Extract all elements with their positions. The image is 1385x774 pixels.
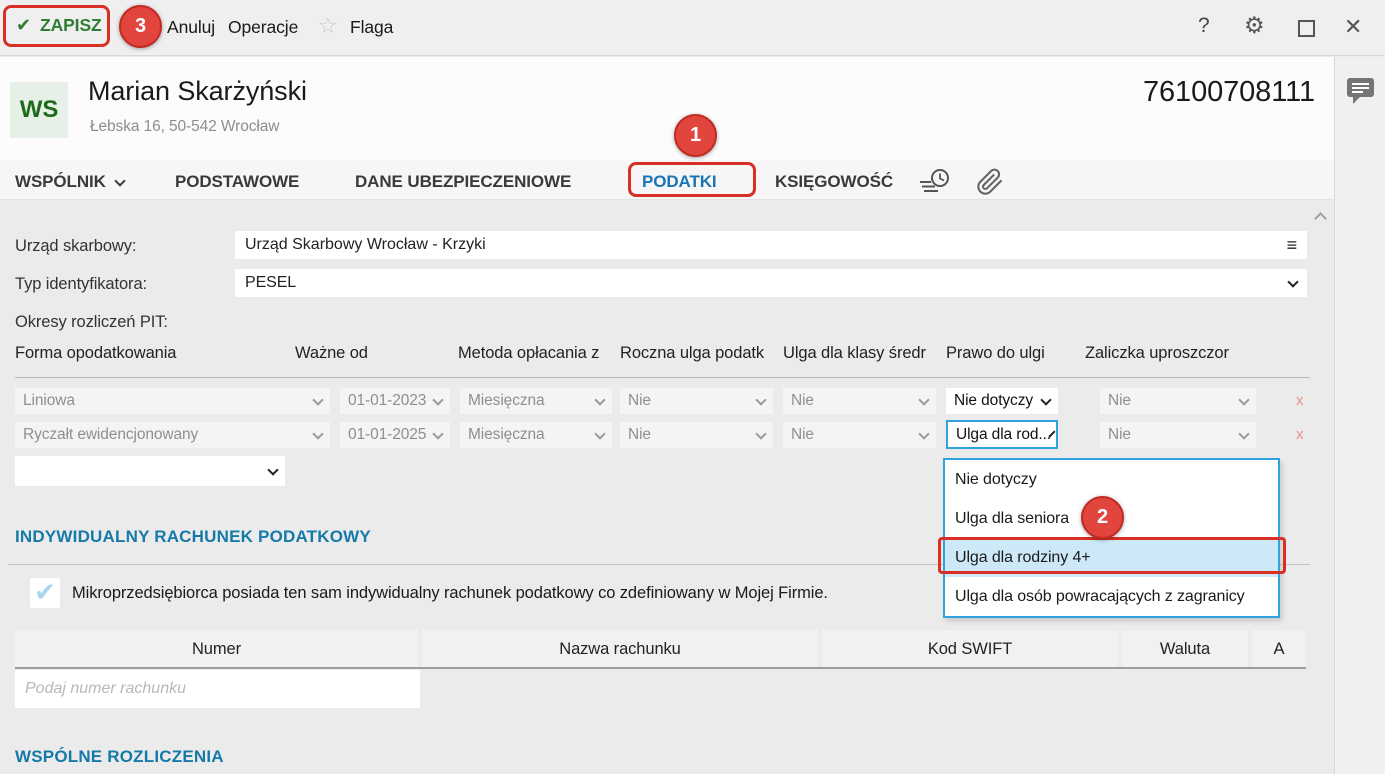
chevron-down-icon [755, 394, 767, 406]
check-icon: ✔ [16, 15, 31, 35]
star-icon: ☆ [318, 13, 338, 38]
forma-select-row1[interactable]: Liniowa [15, 388, 330, 414]
chevron-down-icon [312, 394, 324, 406]
chevron-down-icon [432, 428, 444, 440]
right-side-panel [1334, 57, 1385, 774]
pit-periods-label: Okresy rozliczeń PIT: [15, 313, 168, 331]
comment-icon[interactable] [1346, 77, 1375, 105]
tab-dane-ubezpieczeniowe[interactable]: DANE UBEZPIECZENIOWE [355, 172, 571, 192]
tax-office-label: Urząd skarbowy: [15, 237, 137, 255]
scroll-up-arrow[interactable] [1314, 212, 1327, 225]
chevron-down-icon [432, 394, 444, 406]
chevron-down-icon [755, 428, 767, 440]
ulga-klasy-select-row2[interactable]: Nie [783, 422, 936, 448]
identifier-number: 76100708111 [1142, 76, 1315, 108]
pit-col-zaliczka: Zaliczka uproszczor [1085, 344, 1229, 362]
metoda-select-row2[interactable]: Miesięczna [460, 422, 612, 448]
pit-col-prawo: Prawo do ulgi [946, 344, 1045, 362]
chevron-down-icon [1238, 394, 1250, 406]
chevron-down-icon [267, 464, 279, 476]
cancel-button[interactable]: Anuluj [167, 17, 215, 38]
prawo-do-ulgi-select-row1[interactable]: Nie dotyczy [946, 388, 1058, 414]
pit-col-roczna-ulga: Roczna ulga podatk [620, 344, 765, 362]
dropdown-option-ulga-powracajacych[interactable]: Ulga dla osób powracających z zagranicy [945, 577, 1278, 616]
annotation-circle-1: 1 [674, 114, 717, 157]
remove-row1-button[interactable]: x [1296, 392, 1314, 409]
bank-col-nazwa: Nazwa rachunku [422, 630, 818, 668]
bank-col-swift: Kod SWIFT [822, 630, 1118, 668]
pit-col-ulga-klasy: Ulga dla klasy średr [783, 344, 926, 362]
bank-col-waluta: Waluta [1122, 630, 1248, 668]
chevron-down-icon [594, 394, 606, 406]
close-icon[interactable]: ✕ [1344, 14, 1362, 40]
tab-podatki[interactable]: PODATKI [642, 172, 717, 192]
save-button-label: ZAPISZ [39, 15, 102, 35]
annotation-circle-2: 2 [1081, 496, 1124, 539]
id-type-select[interactable]: PESEL [235, 269, 1307, 297]
chevron-down-icon [1238, 428, 1250, 440]
bank-header-divider [15, 667, 1306, 669]
section-title-individual-account: INDYWIDUALNY RACHUNEK PODATKOWY [15, 527, 371, 546]
chevron-down-icon [312, 428, 324, 440]
id-type-value: PESEL [245, 274, 297, 291]
toolbar: ✔ ZAPISZ ✕ Anuluj Operacje ☆ Flaga ? ⚙ ✕ [0, 0, 1385, 56]
section-title-joint-settlements: WSPÓLNE ROZLICZENIA [15, 747, 224, 766]
prawo-do-ulgi-select-row2-focused[interactable]: Ulga dla rod... [946, 420, 1058, 449]
zaliczka-select-row2[interactable]: Nie [1100, 422, 1256, 448]
chevron-down-icon [918, 394, 930, 406]
new-forma-select[interactable] [15, 456, 285, 486]
attachment-icon[interactable] [976, 168, 1004, 196]
tax-office-fieldbox: ≡ [235, 231, 1307, 259]
history-icon[interactable] [918, 166, 952, 196]
dropdown-option-nie-dotyczy[interactable]: Nie dotyczy [945, 460, 1278, 499]
page-title: Marian Skarżyński [88, 76, 307, 106]
bank-col-a: A [1252, 630, 1306, 668]
record-header [0, 57, 1334, 160]
chevron-down-icon [918, 428, 930, 440]
chevron-down-icon [1287, 276, 1299, 288]
pit-col-wazne-od: Ważne od [295, 344, 368, 362]
flag-button[interactable]: Flaga [350, 17, 393, 38]
chevron-down-icon [594, 428, 606, 440]
micro-checkbox-label: Mikroprzedsiębiorca posiada ten sam indy… [72, 584, 828, 602]
pit-col-metoda: Metoda opłacania z [458, 344, 600, 362]
roczna-ulga-select-row1[interactable]: Nie [620, 388, 773, 414]
bank-col-numer: Numer [15, 630, 418, 668]
tax-office-input[interactable] [245, 236, 1287, 254]
bank-number-input[interactable] [25, 680, 410, 698]
address-subtitle: Łebska 16, 50-542 Wrocław [90, 118, 280, 135]
micro-checkbox[interactable]: ✔ [30, 578, 60, 608]
app-window: ✔ ZAPISZ ✕ Anuluj Operacje ☆ Flaga ? ⚙ ✕… [0, 0, 1385, 774]
zaliczka-select-row1[interactable]: Nie [1100, 388, 1256, 414]
roczna-ulga-select-row2[interactable]: Nie [620, 422, 773, 448]
tab-wspolnik[interactable]: WSPÓLNIK [15, 172, 126, 192]
chevron-down-icon [114, 175, 126, 187]
annotation-circle-3: 3 [119, 5, 162, 48]
tab-podstawowe[interactable]: PODSTAWOWE [175, 172, 299, 192]
gear-icon[interactable]: ⚙ [1244, 12, 1265, 39]
save-button[interactable]: ✔ ZAPISZ [16, 15, 102, 36]
wazne-od-select-row1[interactable]: 01-01-2023 [340, 388, 450, 414]
menu-icon[interactable]: ≡ [1287, 235, 1298, 256]
maximize-icon[interactable] [1298, 20, 1315, 37]
ulga-klasy-select-row1[interactable]: Nie [783, 388, 936, 414]
wazne-od-select-row2[interactable]: 01-01-2025 [340, 422, 450, 448]
avatar: WS [10, 82, 68, 138]
remove-row2-button[interactable]: x [1296, 426, 1314, 443]
dropdown-option-ulga-rodziny[interactable]: Ulga dla rodziny 4+ [945, 538, 1278, 577]
tab-ksiegowosc[interactable]: KSIĘGOWOŚĆ [775, 172, 893, 192]
pit-col-forma: Forma opodatkowania [15, 344, 177, 362]
ulga-dropdown-list: Nie dotyczy Ulga dla seniora Ulga dla ro… [943, 458, 1280, 618]
help-button[interactable]: ? [1198, 14, 1210, 38]
forma-select-row2[interactable]: Ryczałt ewidencjonowany [15, 422, 330, 448]
operations-button[interactable]: Operacje [228, 17, 298, 38]
bank-number-fieldbox [15, 670, 420, 708]
id-type-label: Typ identyfikatora: [15, 275, 148, 293]
chevron-down-icon [1040, 394, 1052, 406]
pit-header-divider [15, 377, 1310, 378]
metoda-select-row1[interactable]: Miesięczna [460, 388, 612, 414]
checkmark-icon: ✔ [34, 576, 56, 607]
